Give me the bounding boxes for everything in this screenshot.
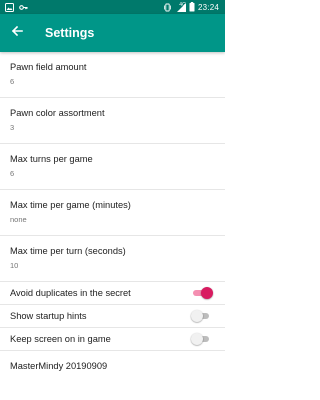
startup-hints-switch[interactable]	[191, 310, 213, 322]
page-title: Settings	[45, 26, 95, 40]
status-left-icons	[0, 2, 28, 12]
app-version-label: MasterMindy 20190909	[10, 361, 108, 371]
setting-title: Show startup hints	[10, 311, 87, 321]
setting-keep-screen-on[interactable]: Keep screen on in game	[0, 328, 225, 351]
switch-thumb	[201, 287, 213, 299]
avoid-duplicates-switch[interactable]	[191, 287, 213, 299]
setting-avoid-duplicates[interactable]: Avoid duplicates in the secret	[0, 282, 225, 305]
setting-value: 3	[10, 123, 15, 132]
status-bar: 4G 23:24	[0, 0, 225, 14]
app-version-row: MasterMindy 20190909	[0, 351, 225, 381]
keep-screen-on-switch[interactable]	[191, 333, 213, 345]
back-button[interactable]	[0, 14, 34, 52]
setting-title: Max time per turn (seconds)	[10, 246, 126, 256]
image-icon	[5, 2, 14, 12]
setting-max-time-game[interactable]: Max time per game (minutes) none	[0, 190, 225, 236]
setting-title: Pawn field amount	[10, 62, 87, 72]
app-bar: Settings	[0, 14, 225, 52]
setting-title: Max turns per game	[10, 154, 93, 164]
settings-list: Pawn field amount 6 Pawn color assortmen…	[0, 52, 225, 381]
setting-title: Max time per game (minutes)	[10, 200, 131, 210]
setting-title: Keep screen on in game	[10, 334, 111, 344]
setting-pawn-color-assortment[interactable]: Pawn color assortment 3	[0, 98, 225, 144]
setting-value: none	[10, 215, 27, 224]
status-right-icons: 4G 23:24	[163, 1, 225, 12]
switch-thumb	[191, 333, 203, 345]
switch-thumb	[191, 310, 203, 322]
setting-value: 10	[10, 261, 19, 270]
arrow-back-icon	[11, 24, 23, 42]
status-time: 23:24	[197, 2, 219, 12]
network-type-label: 4G	[179, 1, 186, 8]
setting-pawn-field-amount[interactable]: Pawn field amount 6	[0, 52, 225, 98]
setting-value: 6	[10, 77, 15, 86]
battery-icon	[189, 2, 195, 12]
setting-title: Avoid duplicates in the secret	[10, 288, 131, 298]
setting-max-turns[interactable]: Max turns per game 6	[0, 144, 225, 190]
setting-title: Pawn color assortment	[10, 108, 105, 118]
setting-max-time-turn[interactable]: Max time per turn (seconds) 10	[0, 236, 225, 282]
settings-screen: 4G 23:24 Settings Pawn field amount 6 Pa…	[0, 0, 225, 400]
setting-value: 6	[10, 169, 15, 178]
vibrate-icon	[163, 3, 172, 12]
key-icon	[19, 3, 28, 12]
setting-startup-hints[interactable]: Show startup hints	[0, 305, 225, 328]
